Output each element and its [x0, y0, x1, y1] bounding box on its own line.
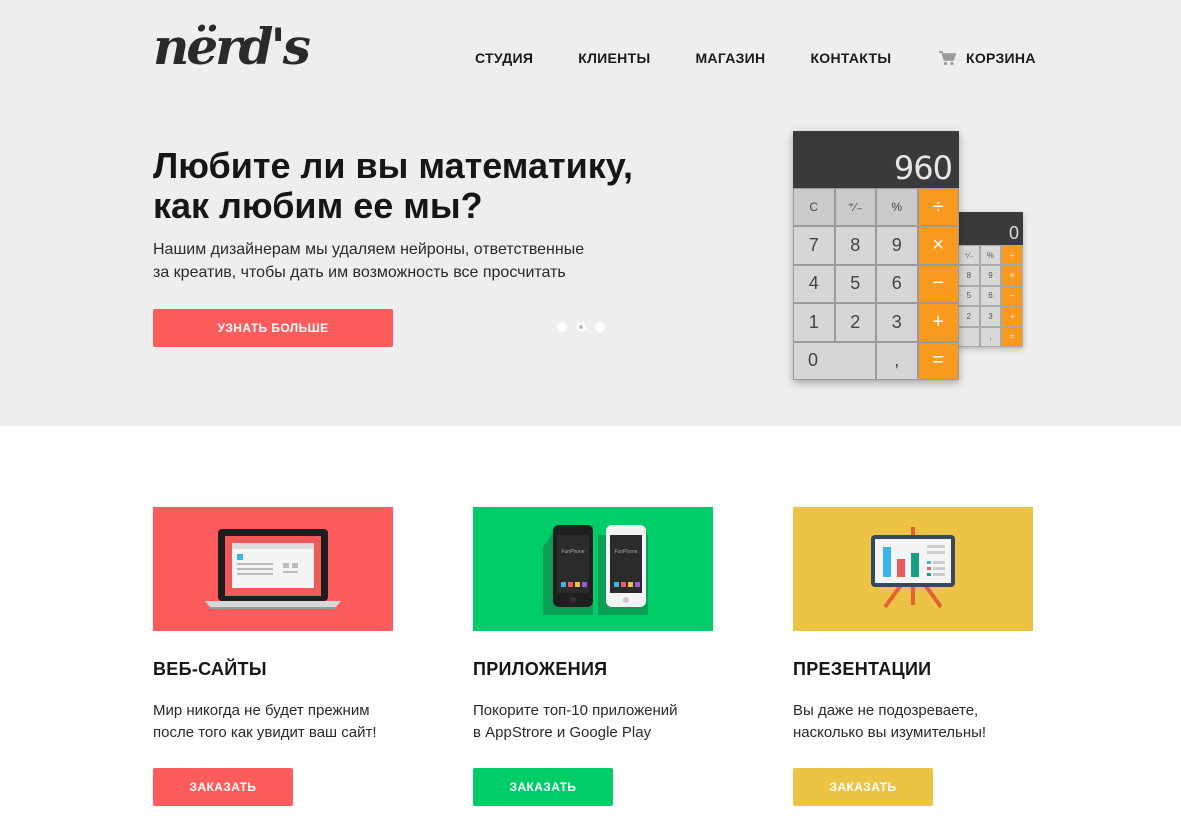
service-apps: FunPhone FunPhone ПРИЛОЖЕНИЯ Покорите то… [473, 507, 713, 806]
nav-item-shop[interactable]: МАГАЗИН [695, 50, 765, 66]
slider-dot-3[interactable] [595, 322, 605, 332]
calc-small-key: ÷ [1001, 245, 1023, 266]
calc-key: ⁺∕₋ [834, 188, 876, 227]
cart-icon [939, 51, 957, 66]
calc-small-key: + [1001, 306, 1023, 327]
service-presentations: ПРЕЗЕНТАЦИИ Вы даже не подозреваете, нас… [793, 507, 1033, 806]
logo[interactable]: nërd's [153, 14, 311, 80]
calculator-keys: C ⁺∕₋ % ÷ 7 8 9 × 4 5 6 − 1 2 3 + 0 , = [793, 188, 959, 380]
order-apps-button[interactable]: ЗАКАЗАТЬ [473, 768, 613, 806]
service-title: ВЕБ-САЙТЫ [153, 659, 267, 679]
service-websites: ВЕБ-САЙТЫ Мир никогда не будет прежним п… [153, 507, 393, 806]
calc-small-key: ⁺∕₋ [958, 245, 980, 266]
calc-key: 4 [793, 264, 835, 304]
calc-key: 8 [834, 226, 876, 265]
slider-dot-2[interactable] [576, 322, 586, 332]
nav-item-contacts[interactable]: КОНТАКТЫ [810, 50, 891, 66]
calc-small-key: 6 [979, 285, 1002, 307]
nav-item-clients[interactable]: КЛИЕНТЫ [578, 50, 650, 66]
calc-key: 7 [793, 226, 835, 265]
calc-key: 0 [793, 341, 876, 380]
presentation-board-icon [871, 527, 955, 609]
calc-small-key: 5 [958, 285, 980, 307]
hero-text: Нашим дизайнерам мы удаляем нейроны, отв… [153, 241, 585, 281]
learn-more-button[interactable]: УЗНАТЬ БОЛЬШЕ [153, 309, 393, 347]
service-title: ПРЕЗЕНТАЦИИ [793, 659, 932, 679]
phones-icon: FunPhone FunPhone [543, 525, 648, 615]
order-websites-button[interactable]: ЗАКАЗАТЬ [153, 768, 293, 806]
calc-small-key: % [979, 245, 1002, 266]
calc-small-key: 8 [958, 265, 980, 286]
calc-small-key: , [979, 326, 1002, 347]
calc-key: ÷ [917, 188, 959, 227]
service-description: Мир никогда не будет прежним после того … [153, 702, 377, 741]
calculator-illustration: 960 C ⁺∕₋ % ÷ 7 8 9 × 4 5 6 − 1 2 3 + 0 … [793, 131, 959, 380]
websites-image [153, 507, 393, 631]
hero-title: Любите ли вы математику, как любим ее мы… [153, 145, 634, 226]
slider-dot-1[interactable] [557, 322, 567, 332]
calc-key: 2 [834, 303, 876, 342]
cart-label: КОРЗИНА [966, 50, 1036, 66]
calc-small-key: 2 [958, 306, 980, 327]
calc-key: − [917, 264, 959, 304]
presentations-image [793, 507, 1033, 631]
service-description: Вы даже не подозреваете, насколько вы из… [793, 702, 987, 741]
slider-pagination [557, 322, 614, 332]
hero-section: nërd's СТУДИЯ КЛИЕНТЫ МАГАЗИН КОНТАКТЫ К… [0, 0, 1181, 426]
calc-key: 1 [793, 303, 835, 342]
calc-key: % [876, 188, 918, 227]
calculator-small-display: 0 [958, 212, 1023, 245]
logo-text: nërd's [153, 17, 311, 76]
calc-small-key: = [1001, 326, 1023, 347]
phone-dark-label: FunPhone [561, 549, 584, 555]
calc-small-key: × [1001, 265, 1023, 286]
service-description: Покорите топ-10 приложений в AppStrore и… [473, 702, 678, 741]
calc-small-key: 3 [979, 306, 1002, 327]
service-title: ПРИЛОЖЕНИЯ [473, 659, 608, 679]
calc-key: C [793, 188, 835, 227]
calc-key: × [917, 226, 959, 265]
main-nav: СТУДИЯ КЛИЕНТЫ МАГАЗИН КОНТАКТЫ [475, 50, 936, 66]
calculator-small-illustration: 0 ⁺∕₋ % ÷ 8 9 × 5 6 − 2 3 + , = [958, 212, 1023, 347]
laptop-icon [205, 529, 341, 609]
calc-small-key [958, 326, 980, 347]
order-presentations-button[interactable]: ЗАКАЗАТЬ [793, 768, 933, 806]
calc-key: 5 [834, 264, 876, 304]
calculator-display: 960 [793, 131, 959, 188]
calc-key: , [876, 341, 918, 380]
cart-link[interactable]: КОРЗИНА [938, 50, 1036, 66]
calc-key: 3 [876, 303, 918, 342]
calc-key: + [917, 303, 959, 342]
calc-key: 9 [876, 226, 918, 265]
apps-image: FunPhone FunPhone [473, 507, 713, 631]
calc-key: 6 [876, 264, 918, 304]
phone-light-label: FunPhone [614, 549, 637, 555]
calc-small-key: − [1001, 285, 1023, 307]
calc-key: = [917, 341, 959, 380]
calculator-small-keys: ⁺∕₋ % ÷ 8 9 × 5 6 − 2 3 + , = [958, 245, 1023, 347]
calc-small-key: 9 [979, 265, 1002, 286]
nav-item-studio[interactable]: СТУДИЯ [475, 50, 533, 66]
